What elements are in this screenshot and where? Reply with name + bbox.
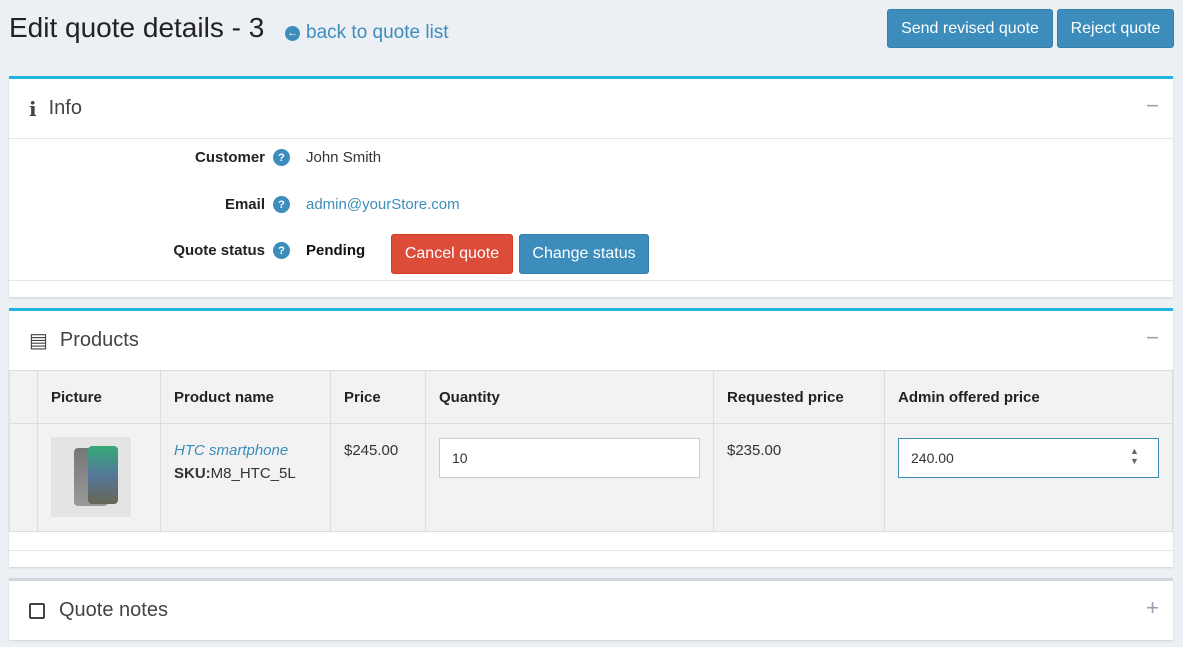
info-icon: i bbox=[29, 96, 37, 121]
sku-value: M8_HTC_5L bbox=[210, 465, 296, 482]
column-header: Price bbox=[330, 370, 426, 424]
page-title: Edit quote details - 3 bbox=[9, 12, 265, 43]
column-header: Product name bbox=[160, 370, 331, 424]
email-label: Email bbox=[224, 196, 265, 213]
requested-price-cell: $235.00 bbox=[713, 423, 885, 532]
help-icon[interactable]: ? bbox=[273, 149, 290, 166]
change-status-button[interactable]: Change status bbox=[519, 234, 649, 274]
customer-label: Customer bbox=[194, 149, 265, 166]
divider bbox=[9, 280, 1173, 281]
quote-notes-title: Quote notes bbox=[59, 599, 168, 621]
products-card-header[interactable]: ▤ Products − bbox=[9, 311, 1173, 371]
products-table: Picture Product name Price Quantity Requ… bbox=[9, 370, 1173, 532]
email-link[interactable]: admin@yourStore.com bbox=[306, 196, 460, 213]
product-name-link[interactable]: HTC smartphone bbox=[174, 442, 317, 459]
info-card-header[interactable]: i Info − bbox=[9, 79, 1173, 139]
spinner-arrows-icon[interactable]: ▲ ▼ bbox=[1130, 446, 1139, 466]
arrow-left-circle-icon: ← bbox=[285, 25, 300, 41]
collapse-icon[interactable]: − bbox=[1146, 325, 1159, 351]
column-header: Picture bbox=[37, 370, 161, 424]
reject-quote-button[interactable]: Reject quote bbox=[1057, 9, 1174, 48]
cancel-quote-button[interactable]: Cancel quote bbox=[391, 234, 513, 274]
admin-offered-price-input[interactable] bbox=[898, 438, 1159, 478]
price-cell: $245.00 bbox=[330, 423, 426, 532]
table-row: HTC smartphone SKU:M8_HTC_5L $245.00 $235… bbox=[9, 423, 1173, 532]
table-list-icon: ▤ bbox=[29, 330, 48, 352]
products-card: ▤ Products − Picture Product name Price Qu… bbox=[9, 308, 1173, 567]
quantity-input[interactable] bbox=[439, 438, 700, 478]
product-picture bbox=[51, 437, 131, 517]
sticky-note-icon bbox=[29, 602, 45, 619]
column-header: Admin offered price bbox=[884, 370, 1173, 424]
column-header: Requested price bbox=[713, 370, 885, 424]
help-icon[interactable]: ? bbox=[273, 242, 290, 259]
customer-value: John Smith bbox=[306, 149, 382, 166]
divider bbox=[9, 550, 1173, 551]
back-to-list-link[interactable]: ← back to quote list bbox=[285, 22, 449, 44]
quote-notes-header[interactable]: Quote notes + bbox=[9, 581, 1173, 640]
help-icon[interactable]: ? bbox=[273, 196, 290, 213]
expand-icon[interactable]: + bbox=[1146, 595, 1159, 621]
column-header: Quantity bbox=[425, 370, 714, 424]
back-link-label: back to quote list bbox=[306, 22, 449, 43]
status-label: Quote status bbox=[173, 242, 265, 259]
send-revised-quote-button[interactable]: Send revised quote bbox=[887, 9, 1053, 48]
collapse-icon[interactable]: − bbox=[1146, 93, 1159, 119]
quote-notes-card: Quote notes + bbox=[9, 578, 1173, 640]
status-value: Pending bbox=[306, 242, 366, 259]
info-title: Info bbox=[48, 97, 82, 119]
info-card: i Info − Customer? John Smith Email? admin@y… bbox=[9, 76, 1173, 297]
products-title: Products bbox=[59, 329, 139, 351]
table-header-row: Picture Product name Price Quantity Requ… bbox=[9, 370, 1173, 424]
sku-label: SKU: bbox=[174, 465, 211, 482]
